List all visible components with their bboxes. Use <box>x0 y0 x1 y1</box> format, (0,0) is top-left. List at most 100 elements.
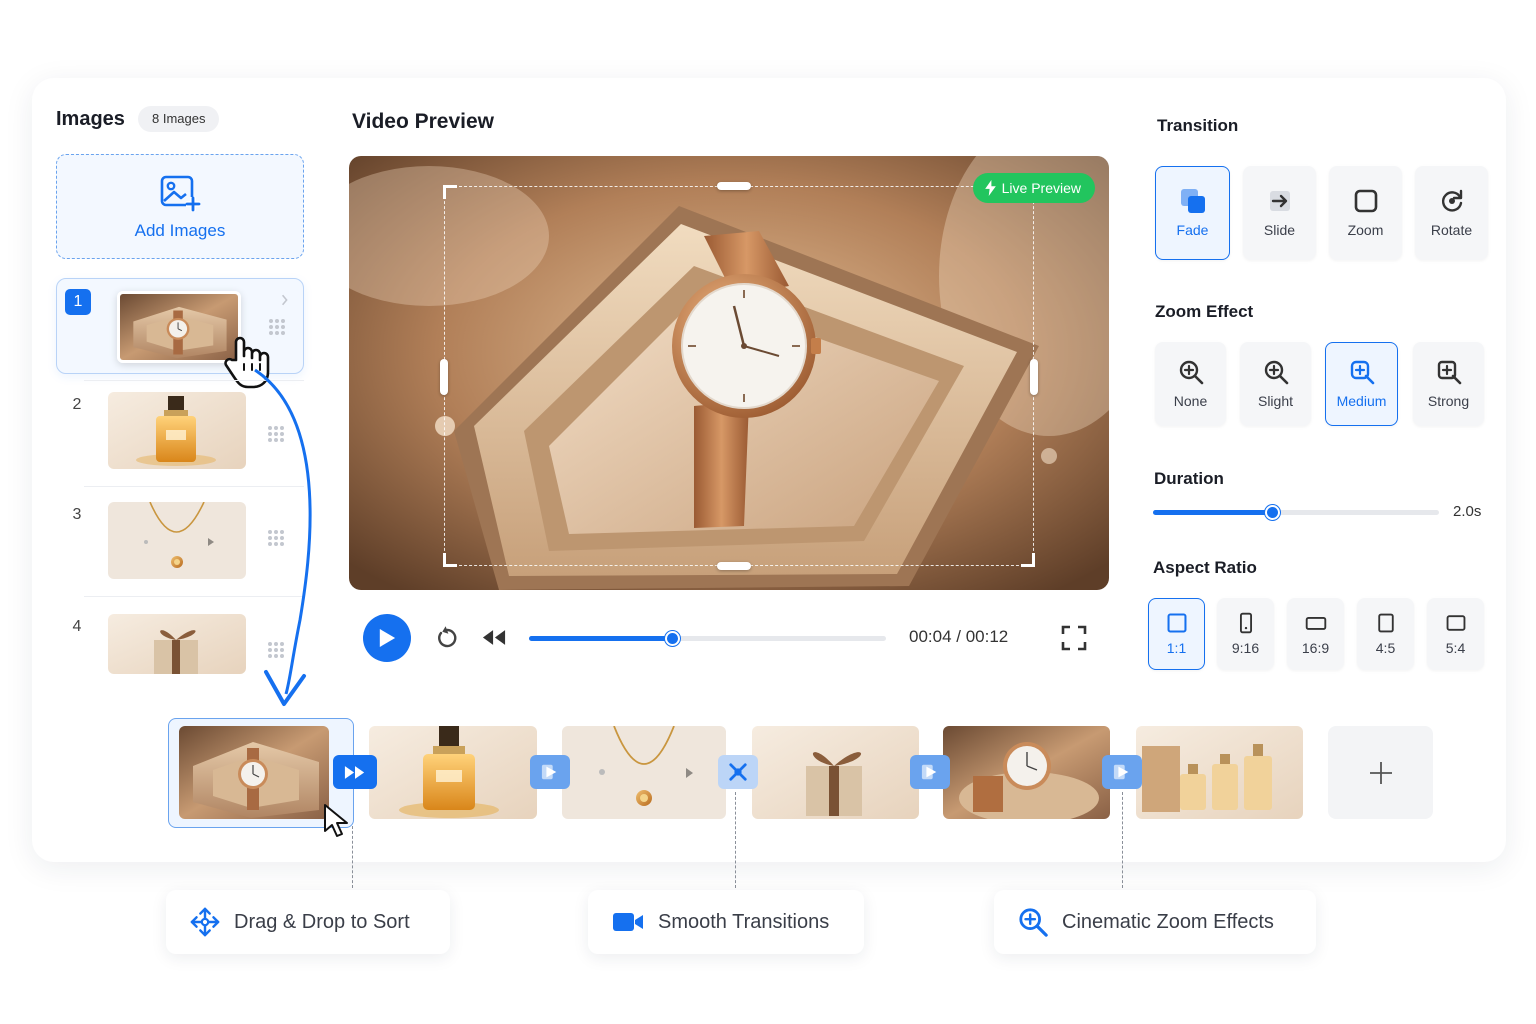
transition-rotate-button[interactable]: Rotate <box>1415 166 1488 260</box>
transition-fade-button[interactable]: Fade <box>1155 166 1230 260</box>
duration-slider[interactable] <box>1153 505 1439 520</box>
portrait-phone-icon <box>1239 612 1252 634</box>
image-number: 3 <box>72 506 82 523</box>
transition-slide-button[interactable]: Slide <box>1243 166 1316 260</box>
lightning-icon <box>984 180 996 196</box>
zoom-slight-button[interactable]: Slight <box>1240 342 1311 426</box>
landscape-icon <box>1446 615 1465 631</box>
timeline-clip-perfume-set[interactable] <box>1136 726 1303 819</box>
play-icon <box>379 629 396 647</box>
crop-handle-left[interactable] <box>440 359 448 395</box>
timeline-clip-necklace[interactable] <box>562 726 726 819</box>
drag-handle-icon[interactable] <box>268 642 284 658</box>
crop-handle-bottom[interactable] <box>717 562 751 570</box>
transition-zoom-label: Zoom <box>1347 222 1384 238</box>
aspect-4-5-button[interactable]: 4:5 <box>1357 598 1414 670</box>
transition-slide-label: Slide <box>1263 222 1296 238</box>
zoom-in-icon <box>1350 360 1374 385</box>
connector-line <box>1122 792 1123 888</box>
video-progress-bar[interactable] <box>529 631 886 646</box>
video-camera-icon <box>613 913 643 931</box>
arrow-cursor-icon <box>324 804 348 837</box>
slide-icon <box>1269 191 1290 211</box>
zoom-in-icon <box>1179 360 1203 385</box>
landscape-icon <box>1305 616 1326 630</box>
crop-corner[interactable] <box>443 185 457 199</box>
aspect-1-1-button[interactable]: 1:1 <box>1148 598 1205 670</box>
drag-handle-icon[interactable] <box>268 426 284 442</box>
aspect-4-5-label: 4:5 <box>1375 640 1396 656</box>
zoom-medium-button[interactable]: Medium <box>1325 342 1398 426</box>
crop-frame[interactable] <box>440 182 1038 570</box>
live-preview-label: Live Preview <box>1001 180 1081 196</box>
progress-fill <box>529 636 672 641</box>
zoom-strong-label: Strong <box>1427 393 1470 409</box>
add-images-button[interactable]: Add Images <box>56 154 304 259</box>
plus-icon <box>1369 761 1392 784</box>
crop-handle-top[interactable] <box>717 182 751 190</box>
portrait-icon <box>1377 613 1394 633</box>
video-preview-title: Video Preview <box>352 110 495 133</box>
add-image-icon <box>160 175 201 211</box>
progress-knob[interactable] <box>664 631 680 646</box>
timeline-clip-watch[interactable] <box>179 726 329 819</box>
images-panel: Images 8 Images Add Images 1 2 3 4 <box>32 80 324 680</box>
timeline-clip-perfume[interactable] <box>369 726 537 819</box>
drag-arrows-icon <box>190 907 220 937</box>
video-preview[interactable]: Live Preview <box>349 156 1109 590</box>
crop-corner[interactable] <box>443 553 457 567</box>
image-thumbnail-necklace[interactable] <box>108 502 246 579</box>
image-thumbnail-perfume[interactable] <box>108 392 246 469</box>
timeline-clip-gift-box[interactable] <box>752 726 919 819</box>
timeline-transition-2[interactable] <box>530 755 570 789</box>
drag-handle-icon[interactable] <box>269 319 285 335</box>
aspect-16-9-label: 16:9 <box>1301 640 1330 656</box>
chevron-right-icon <box>281 294 288 306</box>
transition-fade-label: Fade <box>1176 222 1209 238</box>
fullscreen-icon[interactable] <box>1061 625 1087 651</box>
rewind-icon[interactable] <box>482 629 506 646</box>
image-number: 1 <box>65 289 91 315</box>
aspect-9-16-label: 9:16 <box>1231 640 1260 656</box>
aspect-ratio-title: Aspect Ratio <box>1153 558 1257 577</box>
live-preview-badge: Live Preview <box>972 173 1095 203</box>
zoom-strong-button[interactable]: Strong <box>1413 342 1484 426</box>
zoom-medium-label: Medium <box>1336 393 1387 409</box>
aspect-9-16-button[interactable]: 9:16 <box>1217 598 1274 670</box>
image-list-item-3[interactable]: 3 <box>56 490 304 586</box>
zoom-effect-title: Zoom Effect <box>1155 302 1254 321</box>
fade-icon <box>1180 189 1205 213</box>
zoom-frame-icon <box>1354 189 1377 213</box>
drag-handle-icon[interactable] <box>268 530 284 546</box>
image-list-item-2[interactable]: 2 <box>56 380 304 476</box>
play-frame-icon <box>921 764 937 780</box>
aspect-5-4-button[interactable]: 5:4 <box>1427 598 1484 670</box>
timeline-transition-5[interactable] <box>1102 755 1142 789</box>
timeline-transition-4[interactable] <box>910 755 950 789</box>
feature-drag-drop: Drag & Drop to Sort <box>166 890 450 954</box>
cross-dissolve-icon <box>729 763 747 781</box>
add-clip-button[interactable] <box>1328 726 1433 819</box>
replay-icon[interactable] <box>435 626 459 650</box>
zoom-slight-label: Slight <box>1257 393 1294 409</box>
aspect-1-1-label: 1:1 <box>1166 640 1187 656</box>
image-thumbnail-gift-box[interactable] <box>108 614 246 674</box>
timeline-transition-1[interactable] <box>333 755 377 789</box>
aspect-5-4-label: 5:4 <box>1445 640 1466 656</box>
divider <box>84 486 304 487</box>
play-button[interactable] <box>363 614 411 662</box>
timeline-transition-3[interactable] <box>718 755 758 789</box>
crop-corner[interactable] <box>1021 553 1035 567</box>
image-list-item-4[interactable]: 4 <box>56 602 304 674</box>
image-number: 4 <box>72 618 82 635</box>
crop-handle-right[interactable] <box>1030 359 1038 395</box>
square-icon <box>1167 613 1186 633</box>
play-frame-icon <box>1113 764 1129 780</box>
transition-zoom-button[interactable]: Zoom <box>1329 166 1402 260</box>
transition-rotate-label: Rotate <box>1430 222 1473 238</box>
zoom-none-button[interactable]: None <box>1155 342 1226 426</box>
aspect-16-9-button[interactable]: 16:9 <box>1287 598 1344 670</box>
timeline-clip-watch-cushion[interactable] <box>943 726 1110 819</box>
fast-forward-icon <box>344 765 365 779</box>
connector-line <box>352 826 353 888</box>
